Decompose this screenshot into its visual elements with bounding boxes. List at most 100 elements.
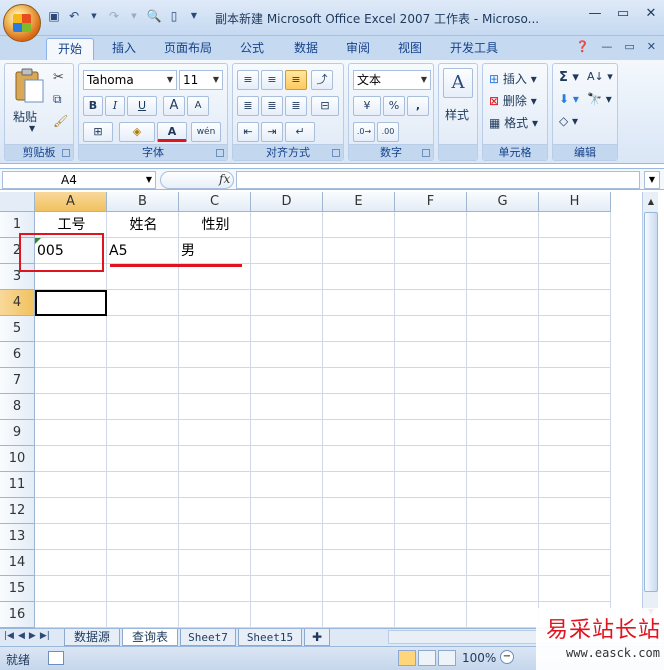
close-button[interactable]: ✕ (644, 6, 658, 21)
delete-cells-button[interactable]: ⊠ 删除 ▾ (489, 92, 537, 109)
cell-b6[interactable] (107, 342, 179, 368)
percent-button[interactable]: % (383, 96, 405, 116)
cell-d3[interactable] (251, 264, 323, 290)
column-header-b[interactable]: B (107, 192, 179, 212)
name-box[interactable]: A4 ▼ (2, 171, 156, 189)
cell-h13[interactable] (539, 524, 611, 550)
number-format-select[interactable]: 文本 ▼ (353, 70, 431, 90)
cell-d16[interactable] (251, 602, 323, 628)
cell-e6[interactable] (323, 342, 395, 368)
cell-c10[interactable] (179, 446, 251, 472)
cell-g5[interactable] (467, 316, 539, 342)
cell-b12[interactable] (107, 498, 179, 524)
shrink-font-button[interactable]: A (187, 96, 209, 116)
cell-a6[interactable] (35, 342, 107, 368)
decrease-decimal-button[interactable]: .00 (377, 122, 399, 142)
page-break-view-icon[interactable] (438, 650, 456, 666)
ribbon-close-icon[interactable]: ✕ (647, 40, 656, 53)
format-cells-button[interactable]: ▦ 格式 ▾ (489, 114, 538, 131)
alignment-launcher-icon[interactable] (332, 149, 340, 157)
row-header-12[interactable]: 12 (0, 498, 35, 524)
tab-review[interactable]: 审阅 (338, 38, 378, 60)
font-size-select[interactable]: 11 ▼ (179, 70, 223, 90)
borders-button[interactable]: ⊞ (83, 122, 113, 142)
format-painter-icon[interactable]: 🖌 (53, 114, 68, 128)
cell-f4[interactable] (395, 290, 467, 316)
cell-h5[interactable] (539, 316, 611, 342)
cell-c8[interactable] (179, 394, 251, 420)
cell-g15[interactable] (467, 576, 539, 602)
select-all-corner[interactable] (0, 192, 35, 212)
comma-button[interactable]: , (407, 96, 429, 116)
paste-label[interactable]: 粘贴 (13, 108, 37, 125)
cell-f1[interactable] (395, 212, 467, 238)
vertical-scrollbar[interactable]: ▲ ▼ (642, 192, 658, 628)
cell-c3[interactable] (179, 264, 251, 290)
vertical-scroll-thumb[interactable] (644, 212, 658, 592)
column-header-g[interactable]: G (467, 192, 539, 212)
cell-e16[interactable] (323, 602, 395, 628)
tab-insert[interactable]: 插入 (104, 38, 144, 60)
column-header-a[interactable]: A (35, 192, 107, 212)
cell-f10[interactable] (395, 446, 467, 472)
row-header-8[interactable]: 8 (0, 394, 35, 420)
cell-d15[interactable] (251, 576, 323, 602)
cell-c5[interactable] (179, 316, 251, 342)
column-header-d[interactable]: D (251, 192, 323, 212)
cut-icon[interactable]: ✂ (53, 70, 64, 85)
cell-c12[interactable] (179, 498, 251, 524)
column-header-c[interactable]: C (179, 192, 251, 212)
cell-h4[interactable] (539, 290, 611, 316)
cell-c4[interactable] (179, 290, 251, 316)
prev-sheet-icon[interactable]: ◀ (18, 631, 25, 641)
cell-b4[interactable] (107, 290, 179, 316)
first-sheet-icon[interactable]: |◀ (4, 631, 14, 641)
insert-sheet-icon[interactable]: ✚ (304, 629, 330, 646)
cell-a4[interactable] (35, 290, 107, 316)
cell-e3[interactable] (323, 264, 395, 290)
row-header-16[interactable]: 16 (0, 602, 35, 628)
cell-a12[interactable] (35, 498, 107, 524)
cell-f16[interactable] (395, 602, 467, 628)
cell-c11[interactable] (179, 472, 251, 498)
last-sheet-icon[interactable]: ▶| (40, 631, 50, 641)
cell-d14[interactable] (251, 550, 323, 576)
sheet-tab-sheet15[interactable]: Sheet15 (238, 629, 302, 646)
name-box-dropdown-icon[interactable]: ▼ (146, 172, 152, 188)
align-bottom-button[interactable]: ≡ (285, 70, 307, 90)
cell-c14[interactable] (179, 550, 251, 576)
tab-developer[interactable]: 开发工具 (442, 38, 506, 60)
cell-h3[interactable] (539, 264, 611, 290)
phonetic-button[interactable]: wén (191, 122, 221, 142)
cell-h15[interactable] (539, 576, 611, 602)
merge-center-button[interactable]: ⊟ (311, 96, 339, 116)
cell-h8[interactable] (539, 394, 611, 420)
normal-view-icon[interactable] (398, 650, 416, 666)
cell-e12[interactable] (323, 498, 395, 524)
cell-c7[interactable] (179, 368, 251, 394)
cell-g8[interactable] (467, 394, 539, 420)
ribbon-minimize-icon[interactable]: — (601, 40, 612, 53)
increase-decimal-button[interactable]: .0→ (353, 122, 375, 142)
cell-f11[interactable] (395, 472, 467, 498)
row-header-15[interactable]: 15 (0, 576, 35, 602)
align-middle-button[interactable]: ≡ (261, 70, 283, 90)
cell-d7[interactable] (251, 368, 323, 394)
cell-e5[interactable] (323, 316, 395, 342)
cell-a7[interactable] (35, 368, 107, 394)
cell-g9[interactable] (467, 420, 539, 446)
cell-g1[interactable] (467, 212, 539, 238)
cell-a15[interactable] (35, 576, 107, 602)
cell-f14[interactable] (395, 550, 467, 576)
cell-b11[interactable] (107, 472, 179, 498)
row-header-14[interactable]: 14 (0, 550, 35, 576)
row-header-7[interactable]: 7 (0, 368, 35, 394)
cell-h7[interactable] (539, 368, 611, 394)
currency-button[interactable]: ¥ (353, 96, 381, 116)
fill-icon[interactable]: ⬇ ▾ (559, 92, 579, 106)
cell-h9[interactable] (539, 420, 611, 446)
cell-h6[interactable] (539, 342, 611, 368)
redo-icon[interactable]: ↷ (106, 8, 122, 24)
row-header-13[interactable]: 13 (0, 524, 35, 550)
cell-f6[interactable] (395, 342, 467, 368)
